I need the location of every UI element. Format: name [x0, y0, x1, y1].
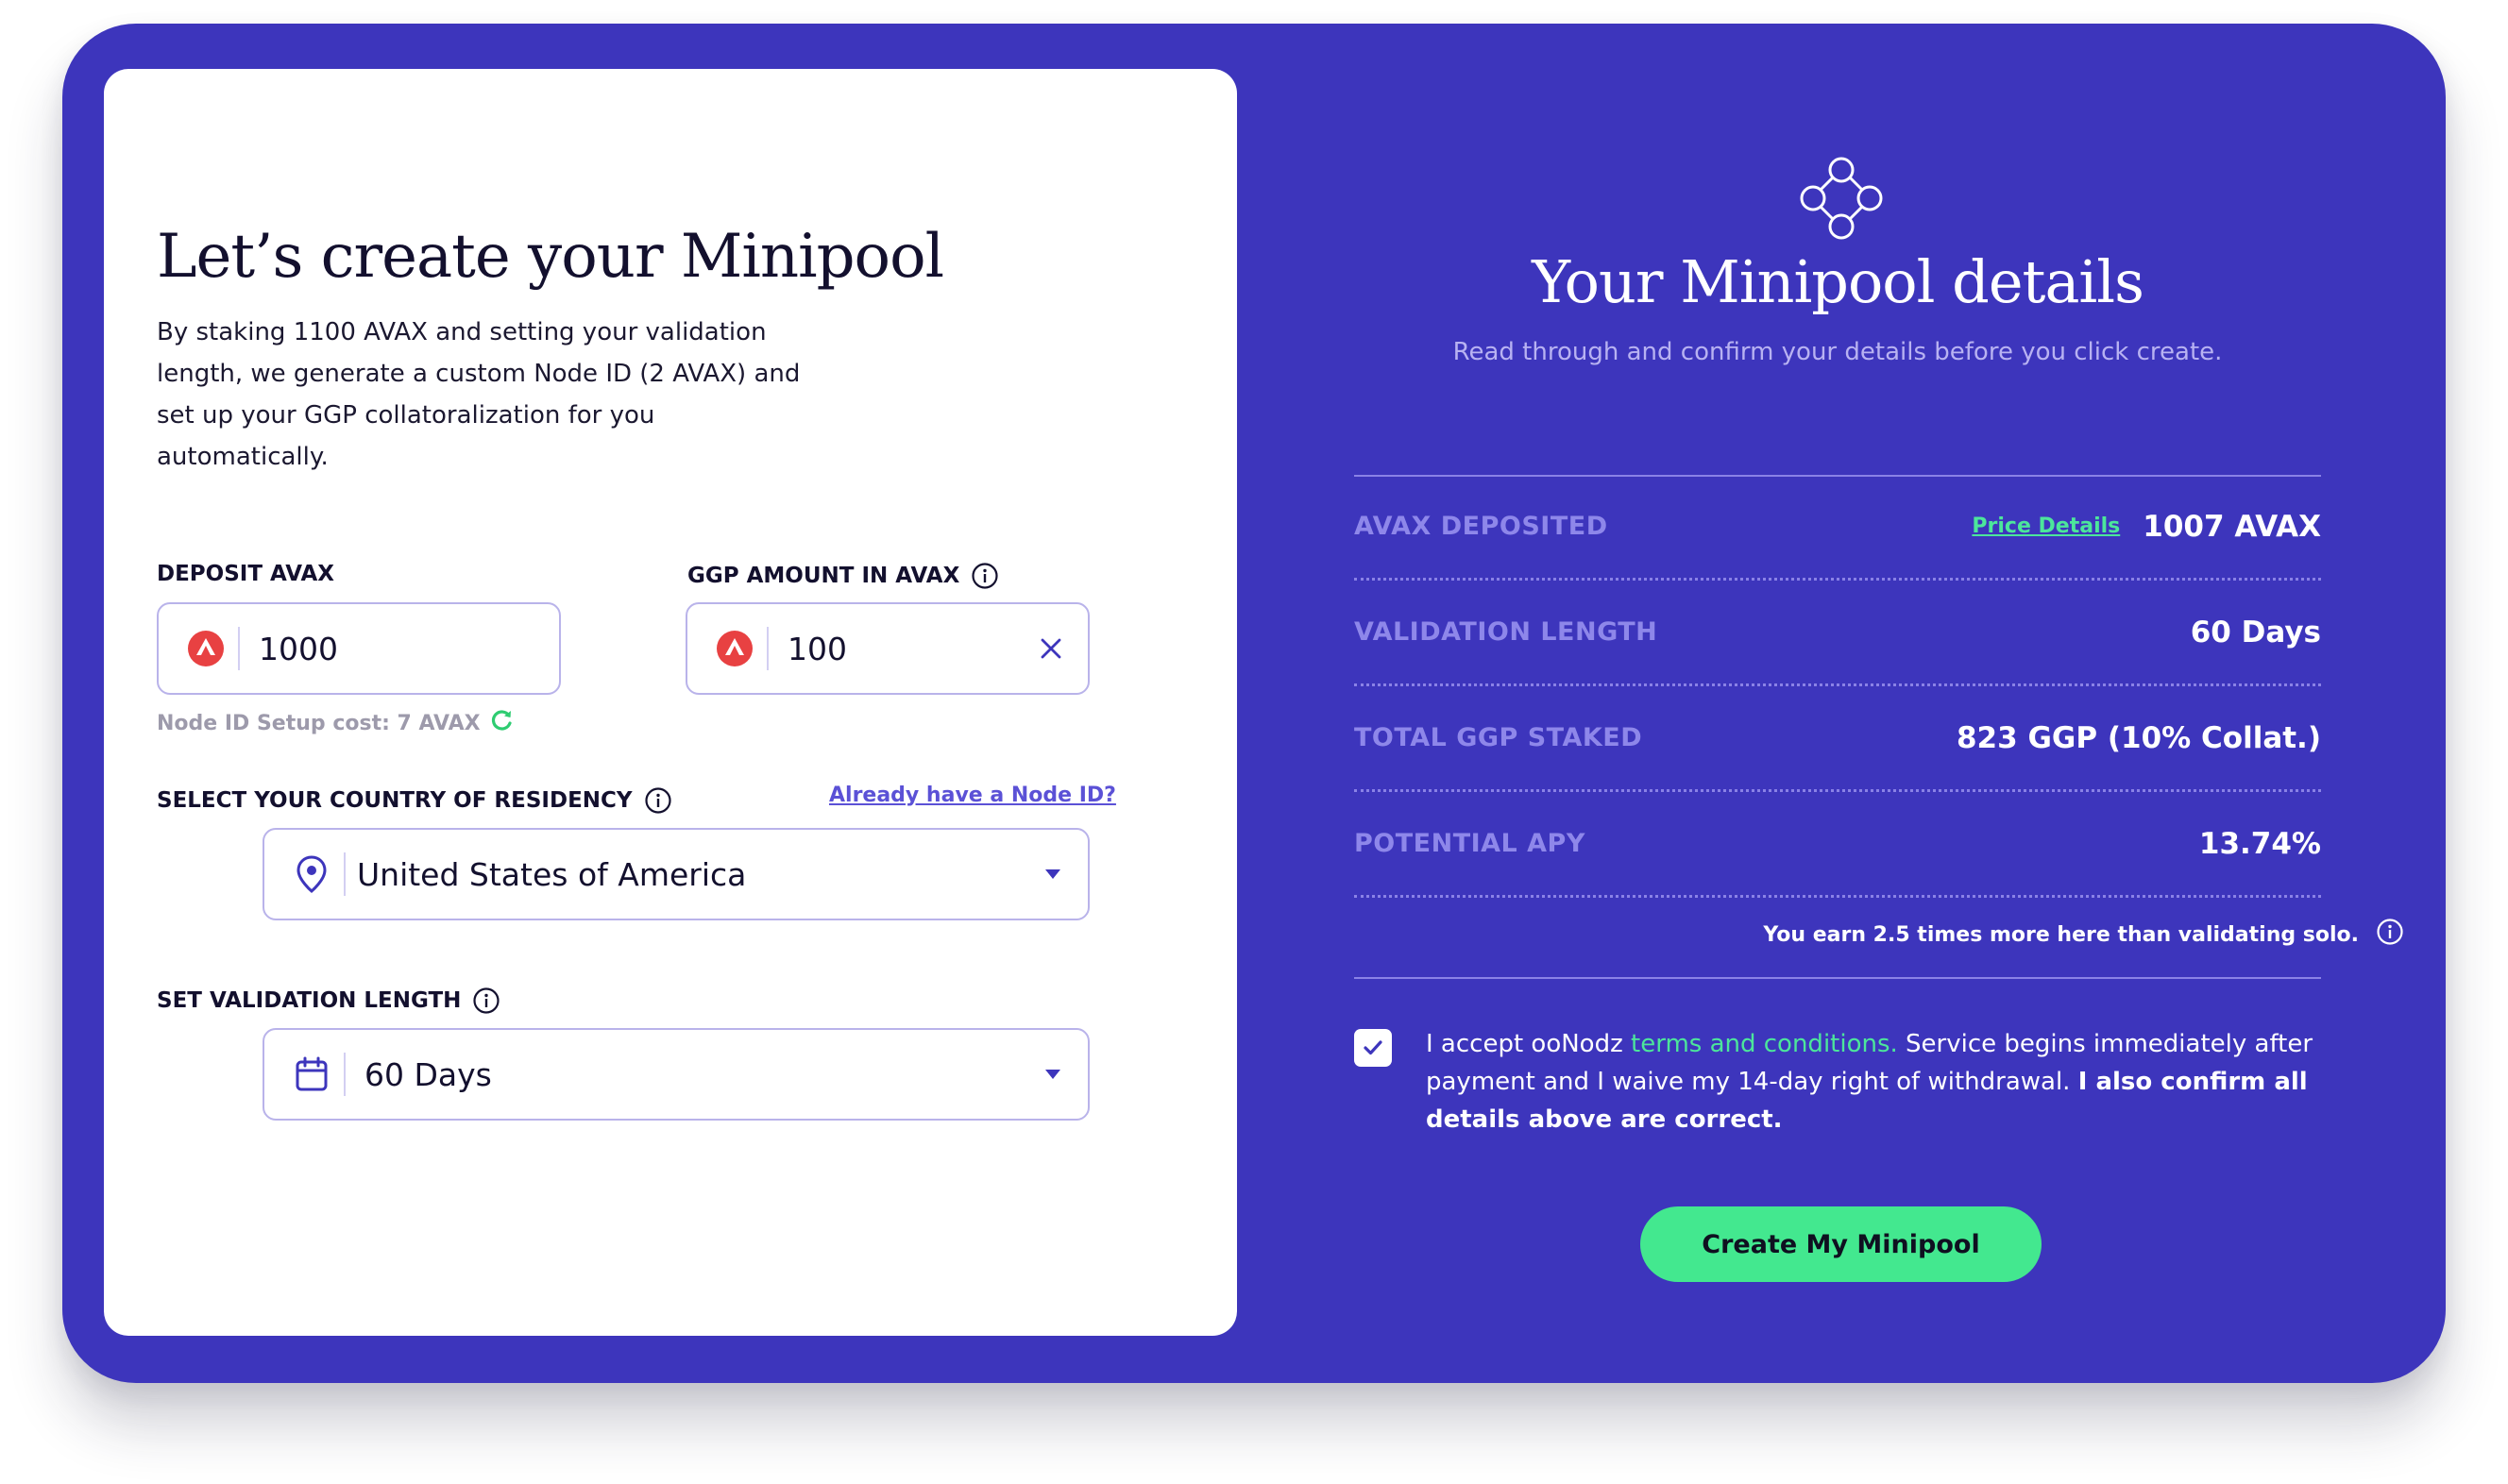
row-value: 13.74% [2198, 826, 2321, 861]
create-minipool-button[interactable]: Create My Minipool [1640, 1206, 2042, 1282]
price-details-link[interactable]: Price Details [1972, 514, 2120, 538]
ggp-value[interactable]: 100 [788, 631, 847, 667]
calendar-icon [291, 1054, 332, 1095]
input-separator [238, 627, 240, 670]
chevron-down-icon[interactable] [1044, 1068, 1061, 1081]
terms-link[interactable]: terms and conditions. [1631, 1030, 1898, 1058]
row-value: 60 Days [2190, 615, 2321, 649]
earn-note-text: You earn 2.5 times more here than valida… [1763, 922, 2359, 947]
deposit-value[interactable]: 1000 [259, 631, 338, 667]
country-label-row: SELECT YOUR COUNTRY OF RESIDENCY [157, 786, 672, 815]
row-label: TOTAL GGP STAKED [1354, 723, 1643, 752]
detail-row-avax-deposited: AVAX DEPOSITED Price Details 1007 AVAX [1354, 475, 2321, 581]
info-icon[interactable] [644, 786, 672, 815]
chevron-down-icon[interactable] [1044, 868, 1061, 881]
terms-text: I accept ooNodz terms and conditions. Se… [1426, 1025, 2323, 1138]
info-icon[interactable] [971, 562, 999, 590]
input-separator [767, 627, 769, 670]
row-value: 1007 AVAX [2143, 509, 2321, 544]
terms-pre: I accept ooNodz [1426, 1030, 1632, 1058]
divider [1354, 977, 2321, 979]
details-title: Your Minipool details [1532, 247, 2144, 316]
close-icon[interactable] [1039, 636, 1063, 661]
validation-label-row: SET VALIDATION LENGTH [157, 987, 500, 1015]
detail-row-potential-apy: POTENTIAL APY 13.74% [1354, 792, 2321, 898]
country-select[interactable]: United States of America [263, 828, 1090, 920]
ggp-amount-input[interactable]: 100 [686, 602, 1090, 695]
location-pin-icon [291, 853, 332, 895]
input-separator [344, 1053, 346, 1096]
validation-length-select[interactable]: 60 Days [263, 1028, 1090, 1121]
setup-cost-text: Node ID Setup cost: 7 AVAX [157, 711, 481, 735]
row-label: VALIDATION LENGTH [1354, 617, 1658, 647]
refresh-icon[interactable] [490, 708, 515, 738]
validation-label: SET VALIDATION LENGTH [157, 988, 462, 1013]
info-icon[interactable] [472, 987, 500, 1015]
row-label: POTENTIAL APY [1354, 829, 1585, 858]
details-subtitle: Read through and confirm your details be… [1452, 338, 2223, 366]
deposit-label-row: DEPOSIT AVAX [157, 562, 334, 586]
country-value: United States of America [357, 855, 747, 893]
already-have-node-id-link[interactable]: Already have a Node ID? [829, 784, 1116, 807]
avax-icon [714, 628, 755, 669]
input-separator [344, 852, 346, 896]
intro-text: By staking 1100 AVAX and setting your va… [157, 318, 801, 471]
deposit-avax-input[interactable]: 1000 [157, 602, 561, 695]
deposit-label: DEPOSIT AVAX [157, 562, 335, 586]
validation-value: 60 Days [364, 1055, 492, 1093]
detail-row-validation-length: VALIDATION LENGTH 60 Days [1354, 581, 2321, 686]
detail-row-total-ggp: TOTAL GGP STAKED 823 GGP (10% Collat.) [1354, 686, 2321, 792]
earn-note: You earn 2.5 times more here than valida… [1763, 918, 2404, 952]
info-icon[interactable] [2376, 918, 2404, 952]
minipool-nodes-icon [1800, 157, 1883, 244]
row-right: Price Details 1007 AVAX [1972, 510, 2321, 544]
row-value: 823 GGP (10% Collat.) [1956, 720, 2321, 755]
ggp-label: GGP AMOUNT IN AVAX [687, 564, 960, 588]
accept-terms-checkbox[interactable] [1354, 1029, 1392, 1067]
avax-icon [185, 628, 227, 669]
page-title: Let’s create your Minipool [157, 222, 944, 292]
row-label: AVAX DEPOSITED [1354, 512, 1608, 541]
checkmark-icon [1364, 1040, 1382, 1055]
country-label: SELECT YOUR COUNTRY OF RESIDENCY [157, 788, 633, 813]
setup-cost-hint: Node ID Setup cost: 7 AVAX [157, 708, 515, 738]
ggp-label-row: GGP AMOUNT IN AVAX [687, 562, 999, 590]
